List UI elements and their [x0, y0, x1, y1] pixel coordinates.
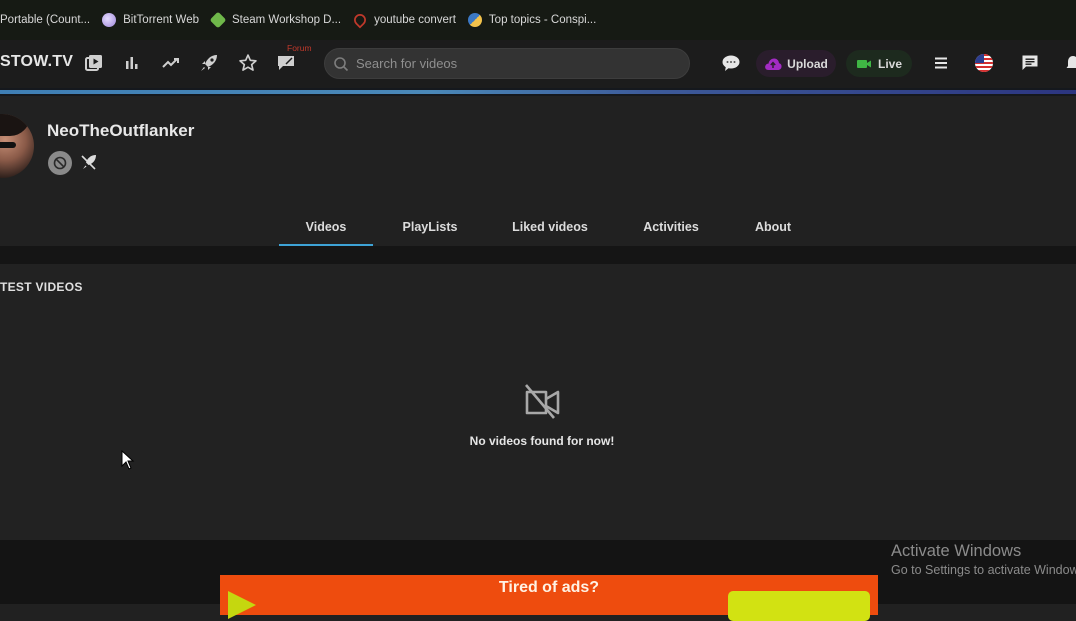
videos-icon[interactable]	[83, 52, 105, 74]
menu-icon[interactable]	[930, 52, 952, 74]
video-camera-icon	[856, 59, 871, 68]
bookmark-youtube-convert[interactable]: youtube convert	[351, 11, 456, 29]
tab-about[interactable]: About	[746, 212, 800, 246]
steam-icon	[209, 11, 227, 29]
bookmark-portable[interactable]: Portable (Count...	[0, 14, 90, 26]
tab-activities[interactable]: Activities	[634, 212, 708, 246]
videos-section: TEST VIDEOS No videos found for now!	[0, 264, 1076, 540]
ad-banner[interactable]: Tired of ads?	[220, 575, 878, 621]
mute-icon[interactable]	[80, 153, 98, 171]
stats-icon[interactable]	[121, 52, 143, 74]
ad-cta-button[interactable]	[728, 591, 870, 621]
avatar[interactable]	[0, 114, 34, 178]
messages-icon[interactable]	[1019, 52, 1041, 74]
discourse-icon	[467, 13, 482, 27]
watermark-subtitle: Go to Settings to activate Windows.	[891, 563, 1076, 577]
search-bar[interactable]	[324, 48, 690, 79]
watermark-title: Activate Windows	[891, 542, 1022, 560]
bookmark-top-topics[interactable]: Top topics - Conspi...	[467, 13, 597, 27]
bookmark-label: Portable (Count...	[0, 14, 91, 26]
chat-bubble-icon[interactable]	[720, 52, 742, 74]
channel-name: NeoTheOutflanker	[47, 121, 195, 140]
tab-playlists[interactable]: PlayLists	[392, 212, 468, 246]
channel-tabs: Videos PlayLists Liked videos Activities…	[0, 212, 1076, 246]
live-label: Live	[877, 56, 902, 71]
pin-icon	[351, 11, 369, 29]
tab-videos[interactable]: Videos	[279, 212, 373, 246]
bittorrent-icon	[102, 13, 117, 27]
rocket-icon[interactable]	[198, 52, 220, 74]
bookmark-label: Steam Workshop D...	[232, 14, 342, 26]
video-off-icon	[525, 384, 560, 419]
bookmark-bittorrent[interactable]: BitTorrent Web	[102, 13, 199, 27]
bookmark-label: Top topics - Conspi...	[488, 14, 597, 26]
trending-icon[interactable]	[160, 52, 182, 74]
bookmark-label: youtube convert	[374, 14, 456, 26]
search-icon	[334, 56, 349, 71]
site-navbar: STOW.TV Forum Upload Live	[0, 40, 1076, 88]
tabs-divider	[0, 246, 1076, 264]
tab-liked-videos[interactable]: Liked videos	[502, 212, 598, 246]
upload-button[interactable]: Upload	[756, 50, 836, 77]
bookmark-label: BitTorrent Web	[123, 14, 199, 26]
ban-icon[interactable]	[48, 151, 72, 175]
footer-area: Tired of ads? Activate Windows Go to Set…	[0, 540, 1076, 621]
us-flag-icon[interactable]	[973, 52, 995, 74]
cloud-upload-icon	[765, 58, 782, 70]
mouse-cursor-icon	[121, 450, 135, 470]
forum-icon[interactable]	[275, 52, 297, 74]
live-button[interactable]: Live	[846, 50, 912, 77]
bell-icon[interactable]	[1062, 52, 1076, 74]
bookmarks-bar: Portable (Count... BitTorrent Web Steam …	[0, 0, 1076, 40]
upload-label: Upload	[787, 56, 828, 71]
page-loading-bar	[0, 88, 1076, 96]
star-icon[interactable]	[237, 52, 259, 74]
section-title: TEST VIDEOS	[0, 280, 83, 294]
windows-activation-watermark: Activate Windows Go to Settings to activ…	[891, 540, 1076, 577]
search-input[interactable]	[356, 56, 676, 71]
bookmark-steam-workshop[interactable]: Steam Workshop D...	[209, 11, 342, 29]
empty-state-message: No videos found for now!	[469, 434, 615, 448]
site-logo[interactable]: STOW.TV	[0, 53, 73, 71]
